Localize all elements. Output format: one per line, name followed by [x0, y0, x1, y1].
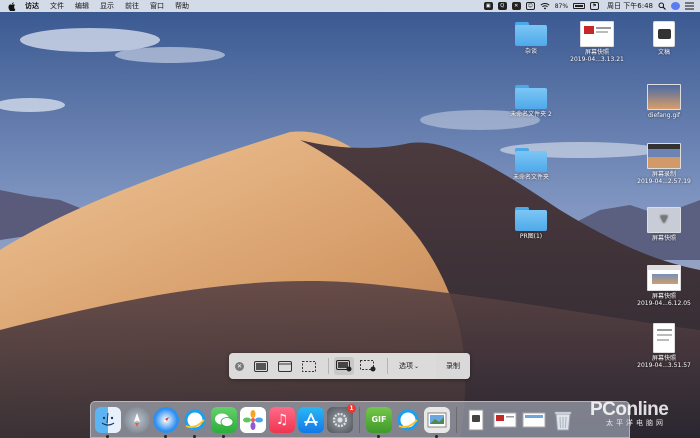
record-label: 录制: [446, 362, 460, 370]
screenshot-thumbnail: [653, 323, 675, 353]
screenshot-toolbar: ✕ 选项 ⌄ 录制: [229, 353, 470, 379]
spotlight-icon[interactable]: [658, 2, 666, 10]
desktop-file-diefang-gif[interactable]: diefang.gif: [632, 84, 696, 120]
options-label: 选项: [399, 362, 413, 370]
desktop-item-sublabel: 2019-04...2.57.19: [637, 177, 691, 185]
toolbar-divider: [328, 358, 329, 374]
chevron-down-icon: ⌄: [414, 362, 420, 370]
preview-icon[interactable]: [424, 406, 450, 438]
desktop-item-sublabel: 2019-04...6.12.05: [637, 299, 691, 307]
desktop-folder-pr[interactable]: PR图(1): [499, 207, 563, 241]
running-indicator: [164, 434, 167, 438]
menu-edit[interactable]: 编辑: [75, 1, 89, 11]
folder-icon: [515, 22, 547, 46]
menu-view[interactable]: 显示: [100, 1, 114, 11]
record-button[interactable]: 录制: [436, 353, 470, 379]
gif-app-icon[interactable]: GIF: [366, 406, 392, 438]
qq-status-icon[interactable]: Q: [497, 2, 507, 10]
desktop-file-screenshot-2[interactable]: ▼ 屏幕快照: [632, 207, 696, 243]
music-note-glyph: ♫: [275, 411, 289, 428]
document-thumbnail: [653, 21, 675, 47]
desktop-item-label: PR图(1): [519, 233, 543, 240]
battery-percent: 87%: [554, 2, 569, 10]
wifi-icon[interactable]: [540, 2, 550, 10]
desktop-item-sublabel: 2019-04...3.51.57: [637, 361, 691, 369]
running-indicator: [193, 434, 196, 438]
launchpad-icon[interactable]: [124, 406, 150, 433]
desktop-file-screenshot-3[interactable]: 屏幕快照 2019-04...6.12.05: [632, 265, 696, 308]
app-status-icon[interactable]: ✕: [511, 2, 521, 10]
downloads-stack-icon[interactable]: [521, 407, 547, 433]
menu-help[interactable]: 帮助: [175, 1, 189, 11]
running-indicator: [377, 434, 380, 438]
apple-icon[interactable]: [8, 1, 16, 11]
finder-icon[interactable]: [95, 406, 121, 438]
dock: ♫ 1 GIF: [90, 401, 630, 438]
qq-browser-icon[interactable]: [182, 407, 208, 438]
qq-browser-icon-2[interactable]: [395, 407, 421, 433]
desktop-item-label: 杂谈: [524, 48, 537, 55]
options-dropdown[interactable]: 选项 ⌄: [399, 361, 419, 371]
desktop-item-label: diefang.gif: [647, 112, 681, 119]
folder-icon: [515, 85, 547, 109]
trash-icon[interactable]: [550, 407, 576, 433]
screenshot-thumbnail: ▼: [647, 207, 681, 233]
system-preferences-icon[interactable]: 1: [327, 403, 356, 433]
desktop-file-screenshot-1[interactable]: 屏幕快照 2019-04...3.13.21: [565, 21, 629, 64]
battery-icon[interactable]: [573, 3, 586, 9]
desktop-item-label: 文稿: [657, 49, 670, 56]
folder-icon: [515, 148, 547, 172]
menu-window[interactable]: 窗口: [150, 1, 164, 11]
dock-divider: [456, 406, 457, 433]
running-indicator: [222, 434, 225, 438]
photos-icon[interactable]: [240, 406, 266, 433]
desktop-item-label: 未命名文件夹 2: [510, 111, 552, 118]
desktop-folder-zatan[interactable]: 杂谈: [499, 22, 563, 56]
desktop-file-screen-recording[interactable]: 屏幕录制 2019-04...2.57.19: [632, 143, 696, 186]
running-indicator: [435, 434, 438, 438]
desktop-file-documents[interactable]: 文稿: [632, 21, 696, 57]
dock-divider: [359, 406, 360, 433]
siri-icon[interactable]: [671, 2, 680, 10]
menu-go[interactable]: 前往: [125, 1, 139, 11]
gif-label: GIF: [371, 415, 387, 424]
capture-entire-screen-button[interactable]: [251, 357, 271, 375]
capture-selection-button[interactable]: [299, 357, 319, 375]
screenshot-thumbnail: [647, 265, 681, 291]
music-icon[interactable]: ♫: [269, 406, 295, 433]
toolbar-divider: [387, 358, 388, 374]
notification-badge: 1: [347, 403, 356, 413]
desktop-folder-untitled-2[interactable]: 未命名文件夹 2: [499, 85, 563, 119]
folder-icon: [515, 207, 547, 231]
watermark-sub: 太平洋电脑网: [606, 420, 666, 427]
menu-app-name[interactable]: 访达: [25, 1, 39, 11]
desktop-item-label: 未命名文件夹: [512, 174, 549, 181]
gif-thumbnail: [647, 84, 681, 110]
screenshot-stack-icon[interactable]: [492, 407, 518, 433]
running-indicator: [106, 434, 109, 438]
close-icon[interactable]: ✕: [235, 361, 244, 371]
flag-icon[interactable]: ⚑: [590, 2, 600, 10]
menu-bar: 访达 文件 编辑 显示 前往 窗口 帮助 ▣ Q ✕ ☺ 87% ⚑ 周日 下午…: [0, 0, 700, 12]
desktop-folder-untitled[interactable]: 未命名文件夹: [499, 148, 563, 182]
menu-file[interactable]: 文件: [50, 1, 64, 11]
status-area: ▣ Q ✕ ☺ 87% ⚑ 周日 下午6:48: [483, 0, 694, 12]
record-entire-screen-button[interactable]: [334, 357, 354, 375]
wechat-icon[interactable]: [211, 406, 237, 438]
notification-center-icon[interactable]: [685, 2, 694, 10]
safari-icon[interactable]: [153, 406, 179, 438]
menu-extra-icon[interactable]: ▣: [483, 2, 493, 10]
record-selection-button[interactable]: [358, 357, 378, 375]
app-store-icon[interactable]: [298, 406, 324, 433]
clock[interactable]: 周日 下午6:48: [607, 1, 653, 11]
watermark: PConline 太平洋电脑网: [590, 399, 669, 428]
desktop-file-screenshot-4[interactable]: 屏幕快照 2019-04...3.51.57: [632, 323, 696, 370]
user-status-icon[interactable]: ☺: [525, 2, 535, 10]
capture-window-button[interactable]: [275, 357, 295, 375]
screenshot-thumbnail: [580, 21, 614, 47]
desktop-item-sublabel: 2019-04...3.13.21: [570, 55, 624, 63]
desktop-item-label: 屏幕快照: [651, 235, 676, 242]
video-thumbnail: [647, 143, 681, 169]
document-icon[interactable]: [463, 407, 489, 433]
